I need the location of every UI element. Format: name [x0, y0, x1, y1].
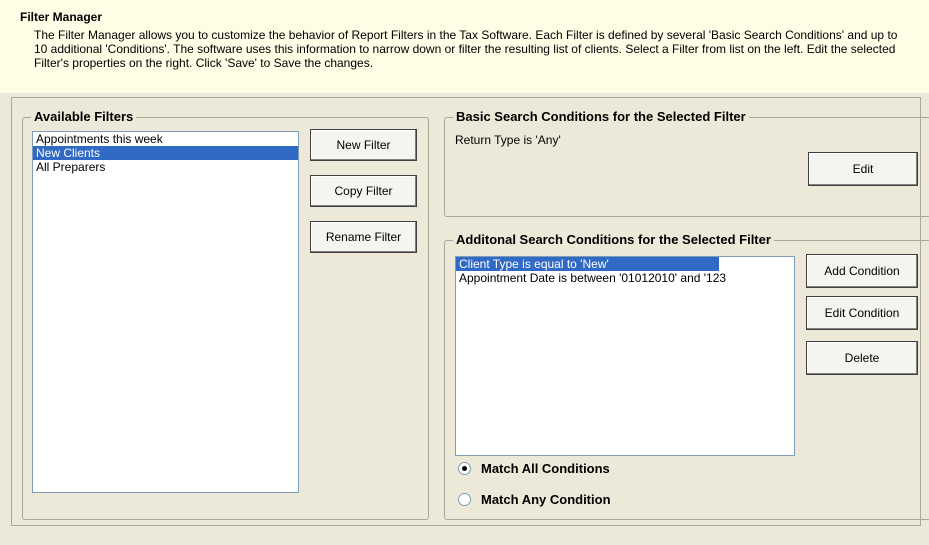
- condition-item-client-type[interactable]: Client Type is equal to 'New': [456, 257, 719, 271]
- filter-item-new-clients[interactable]: New Clients: [33, 146, 298, 160]
- copy-filter-button[interactable]: Copy Filter: [310, 175, 417, 207]
- rename-filter-button[interactable]: Rename Filter: [310, 221, 417, 253]
- additional-conditions-title: Additonal Search Conditions for the Sele…: [453, 232, 774, 247]
- match-any-label: Match Any Condition: [481, 492, 611, 507]
- basic-conditions-title: Basic Search Conditions for the Selected…: [453, 109, 749, 124]
- edit-basic-button[interactable]: Edit: [808, 152, 918, 186]
- add-condition-button[interactable]: Add Condition: [806, 254, 918, 288]
- available-filters-title: Available Filters: [31, 109, 137, 124]
- delete-condition-button[interactable]: Delete: [806, 341, 918, 375]
- basic-conditions-text: Return Type is 'Any': [455, 133, 561, 147]
- condition-item-appointment-date[interactable]: Appointment Date is between '01012010' a…: [456, 271, 794, 285]
- match-all-label: Match All Conditions: [481, 461, 610, 476]
- additional-conditions-list[interactable]: Client Type is equal to 'New' Appointmen…: [455, 256, 795, 456]
- new-filter-button[interactable]: New Filter: [310, 129, 417, 161]
- match-any-radio[interactable]: [458, 493, 471, 506]
- page-description: The Filter Manager allows you to customi…: [34, 28, 898, 70]
- match-all-radio[interactable]: [458, 462, 471, 475]
- match-all-radio-row[interactable]: Match All Conditions: [458, 461, 610, 476]
- header-panel: Filter Manager The Filter Manager allows…: [0, 0, 929, 93]
- page-title: Filter Manager: [20, 10, 103, 24]
- match-any-radio-row[interactable]: Match Any Condition: [458, 492, 611, 507]
- edit-condition-button[interactable]: Edit Condition: [806, 296, 918, 330]
- filter-item-all-preparers[interactable]: All Preparers: [33, 160, 298, 174]
- available-filters-list[interactable]: Appointments this week New Clients All P…: [32, 131, 299, 493]
- filter-item-appointments[interactable]: Appointments this week: [33, 132, 298, 146]
